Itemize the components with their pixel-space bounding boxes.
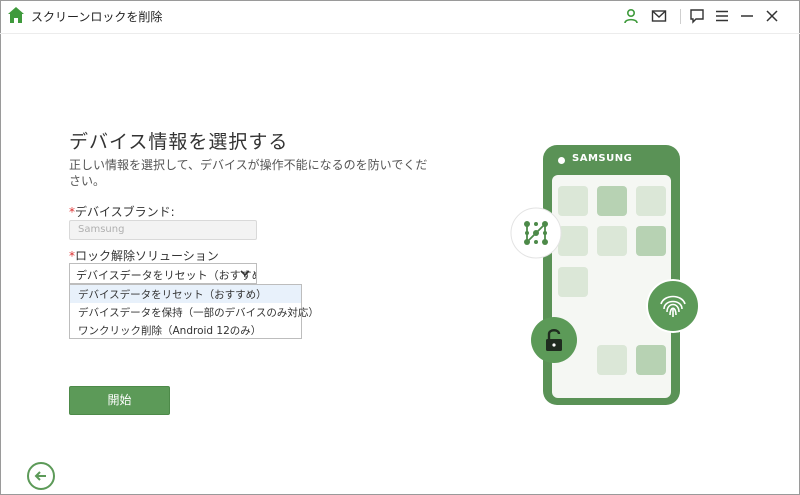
app-tile (636, 186, 666, 216)
mail-icon[interactable] (651, 8, 667, 24)
unlock-icon (531, 317, 577, 363)
app-tile (597, 345, 627, 375)
brand-field: Samsung (69, 220, 257, 240)
solution-select[interactable]: デバイスデータをリセット（おすすめ） (69, 263, 257, 284)
app-tile (636, 345, 666, 375)
solution-selected-value: デバイスデータをリセット（おすすめ） (76, 269, 257, 282)
fingerprint-icon (646, 279, 700, 333)
home-icon[interactable] (7, 6, 25, 24)
solution-label-text: ロック解除ソリューション (75, 249, 219, 263)
solution-option[interactable]: ワンクリック削除（Android 12のみ） (70, 321, 301, 339)
solution-label: *ロック解除ソリューション (69, 247, 219, 264)
app-tile (597, 226, 627, 256)
app-tile (558, 267, 588, 297)
menu-icon[interactable] (714, 8, 730, 24)
brand-label: *デバイスブランド: (69, 203, 175, 220)
back-button[interactable] (27, 462, 55, 490)
brand-label-text: デバイスブランド: (75, 205, 175, 219)
chevron-down-icon (240, 270, 250, 277)
start-button[interactable]: 開始 (69, 386, 170, 415)
app-title: スクリーンロックを削除 (31, 10, 163, 24)
minimize-icon[interactable] (739, 8, 755, 24)
solution-option[interactable]: デバイスデータをリセット（おすすめ） (70, 285, 301, 303)
solution-dropdown: デバイスデータをリセット（おすすめ） デバイスデータを保持（一部のデバイスのみ対… (69, 284, 319, 339)
app-tile (558, 226, 588, 256)
page-subtitle: 正しい情報を選択して、デバイスが操作不能になるのを防いでください。 (69, 158, 428, 188)
app-tile (558, 186, 588, 216)
phone-brand: SAMSUNG (572, 153, 633, 164)
close-icon[interactable] (764, 8, 780, 24)
toolbar-divider (680, 9, 681, 24)
app-tile (636, 226, 666, 256)
page-title: デバイス情報を選択する (69, 131, 289, 153)
feedback-icon[interactable] (689, 8, 705, 24)
pattern-lock-icon (510, 207, 562, 259)
app-tile (597, 186, 627, 216)
title-bar: スクリーンロックを削除 (0, 0, 800, 34)
solution-option[interactable]: デバイスデータを保持（一部のデバイスのみ対応） (70, 303, 319, 321)
phone-camera (558, 157, 565, 164)
user-icon[interactable] (623, 8, 639, 24)
